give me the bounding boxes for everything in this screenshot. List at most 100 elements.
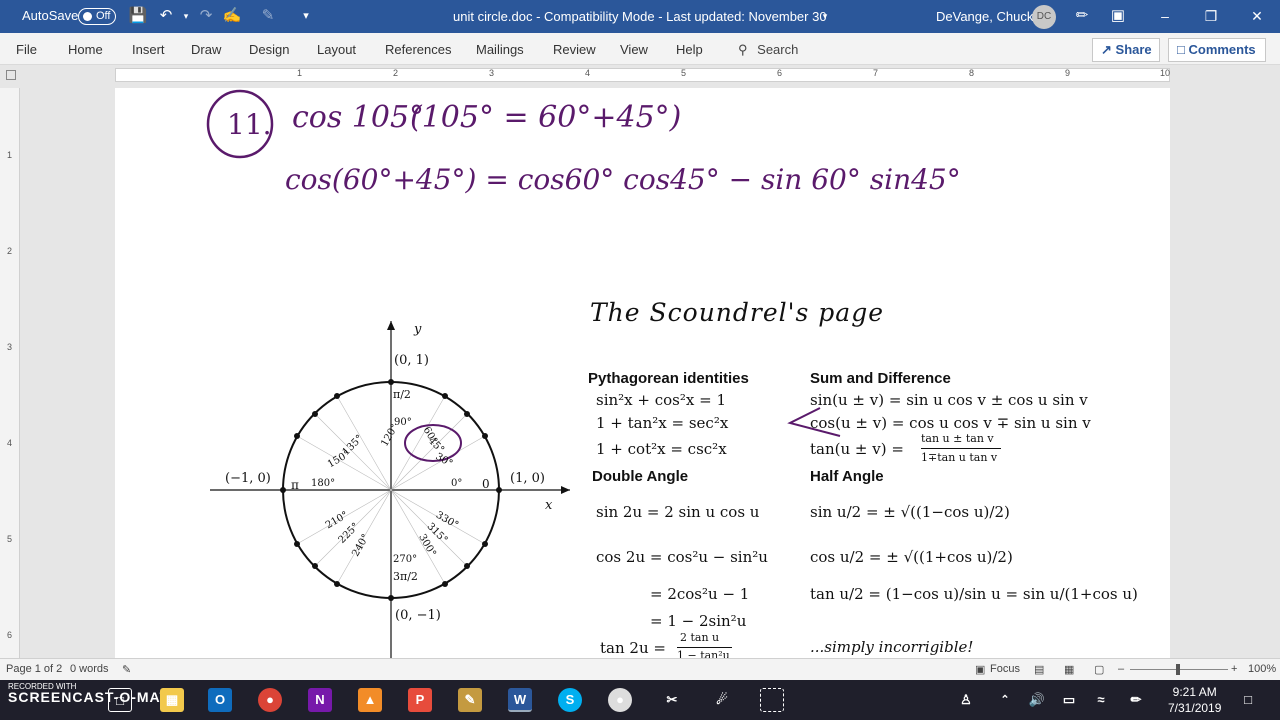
screen-clip-icon[interactable]	[760, 688, 784, 712]
page-count[interactable]: Page 1 of 2	[6, 663, 62, 675]
angle-270-rad: 3π/2	[393, 570, 418, 583]
word-count[interactable]: 0 words	[70, 663, 109, 675]
title-bar: AutoSave Off 💾 ↶ ▾ ↷ ✍ ✎ ▾ unit circle.d…	[0, 0, 1280, 33]
outlook-icon[interactable]: O	[208, 688, 232, 712]
pen-icon[interactable]: ✏	[1072, 6, 1092, 26]
undo-dropdown-icon[interactable]: ▾	[176, 6, 196, 26]
vruler-number: 4	[7, 438, 13, 448]
title-dropdown-icon[interactable]: ▾	[815, 6, 835, 26]
zoom-slider-thumb[interactable]	[1176, 664, 1180, 675]
ruler-number: 2	[393, 68, 399, 78]
sum-diff-sin: sin(u ± v) = sin u cos v ± cos u sin v	[810, 391, 1088, 409]
read-mode-icon[interactable]: ▤	[1034, 663, 1044, 676]
sum-diff-cos: cos(u ± v) = cos u cos v ∓ sin u sin v	[810, 414, 1091, 432]
minimize-button[interactable]: –	[1150, 4, 1180, 28]
share-icon: ↗	[1101, 42, 1112, 57]
footer-note: ...simply incorrigible!	[810, 638, 974, 656]
tab-references[interactable]: References	[385, 42, 451, 57]
tab-selector-icon[interactable]	[6, 70, 16, 80]
touch-mode-icon[interactable]: ✍	[222, 6, 242, 26]
app-icon[interactable]: ✎	[458, 688, 482, 712]
tab-file[interactable]: File	[16, 42, 37, 57]
pythagorean-2: 1 + tan²x = sec²x	[596, 414, 729, 432]
save-icon[interactable]: 💾	[128, 6, 148, 26]
chrome-icon[interactable]: ●	[258, 688, 282, 712]
fraction-bar	[921, 448, 1001, 449]
tab-design[interactable]: Design	[249, 42, 289, 57]
user-name[interactable]: DeVange, Chuck	[936, 9, 1033, 24]
half-sin: sin u/2 = ± √((1−cos u)/2)	[810, 503, 1010, 521]
ribbon-display-icon[interactable]: ▣	[1108, 6, 1128, 26]
double-cos-2: = 2cos²u − 1	[650, 585, 750, 603]
tab-review[interactable]: Review	[553, 42, 596, 57]
toggle-knob	[83, 12, 92, 21]
angle-90-rad: π/2	[393, 388, 411, 401]
angle-180-deg: 180°	[311, 478, 336, 489]
onenote-icon[interactable]: N	[308, 688, 332, 712]
skype-icon[interactable]: S	[558, 688, 582, 712]
tan2-numerator: 2 tan u	[680, 631, 720, 644]
tab-help[interactable]: Help	[676, 42, 703, 57]
tab-insert[interactable]: Insert	[132, 42, 165, 57]
wifi-icon[interactable]: ≈	[1089, 688, 1113, 712]
format-painter-icon[interactable]: ✎	[258, 6, 278, 26]
redo-icon[interactable]: ↷	[196, 6, 216, 26]
comments-button[interactable]: □ Comments	[1168, 38, 1266, 62]
tab-layout[interactable]: Layout	[317, 42, 356, 57]
zoom-out-icon[interactable]: –	[1118, 663, 1124, 675]
ribbon-tabs: File Home Insert Draw Design Layout Refe…	[0, 33, 1280, 65]
restore-button[interactable]: ❐	[1196, 4, 1226, 28]
vertical-ruler[interactable]: 1 2 3 4 5 6	[0, 88, 20, 658]
customize-toolbar-icon[interactable]: ▾	[296, 6, 316, 26]
zoom-in-icon[interactable]: +	[1231, 663, 1237, 675]
share-button[interactable]: ↗ Share	[1092, 38, 1160, 62]
proofing-icon[interactable]: ✎	[122, 663, 131, 676]
task-view-icon[interactable]: □	[108, 688, 132, 712]
snipping-icon[interactable]: ✂	[660, 688, 684, 712]
ruler-number: 3	[489, 68, 495, 78]
notification-icon[interactable]: □	[1236, 688, 1260, 712]
comments-label: Comments	[1188, 42, 1256, 57]
paint-icon[interactable]: ☄	[710, 688, 734, 712]
half-cos: cos u/2 = ± √((1+cos u)/2)	[810, 548, 1013, 566]
ink-arrow-mark	[787, 407, 841, 437]
focus-label[interactable]: Focus	[990, 663, 1020, 675]
double-cos-3: = 1 − 2sin²u	[650, 612, 747, 630]
avatar[interactable]: DC	[1032, 5, 1056, 29]
clock[interactable]: 9:21 AM 7/31/2019	[1168, 684, 1221, 716]
document-title[interactable]: unit circle.doc - Compatibility Mode - L…	[453, 9, 827, 24]
ruler-number: 9	[1065, 68, 1071, 78]
zoom-level[interactable]: 100%	[1248, 663, 1276, 675]
document-page[interactable]: 11. cos 105° (105° = 60°+45°) cos(60°+45…	[115, 88, 1170, 658]
ruler-number: 6	[777, 68, 783, 78]
ruler-number: 1	[297, 68, 303, 78]
app-icon[interactable]: P	[408, 688, 432, 712]
battery-icon[interactable]: ▭	[1057, 688, 1081, 712]
ruler-number: 4	[585, 68, 591, 78]
print-layout-icon[interactable]: ▦	[1064, 663, 1074, 676]
search-box[interactable]: ⚲ Search	[738, 42, 798, 58]
tab-view[interactable]: View	[620, 42, 648, 57]
tab-draw[interactable]: Draw	[191, 42, 221, 57]
pen-workspace-icon[interactable]: ✏	[1124, 688, 1148, 712]
close-button[interactable]: ✕	[1242, 4, 1272, 28]
web-layout-icon[interactable]: ▢	[1094, 663, 1104, 676]
double-sin: sin 2u = 2 sin u cos u	[596, 503, 760, 521]
focus-icon[interactable]: ▣	[975, 663, 985, 676]
people-icon[interactable]: ♙	[954, 688, 978, 712]
screencast-brand: SCREENCAST-O-MATIC	[8, 689, 186, 705]
point-top: (0, 1)	[394, 353, 429, 368]
point-right: (1, 0)	[510, 471, 545, 486]
tab-mailings[interactable]: Mailings	[476, 42, 524, 57]
autosave-toggle[interactable]: Off	[78, 8, 116, 25]
vruler-number: 2	[7, 246, 13, 256]
app-icon[interactable]: ●	[608, 688, 632, 712]
word-icon[interactable]: W	[508, 688, 532, 712]
sum-diff-heading: Sum and Difference	[810, 370, 951, 387]
undo-icon[interactable]: ↶	[156, 6, 176, 26]
file-explorer-icon[interactable]: ▦	[160, 688, 184, 712]
chevron-up-icon[interactable]: ⌃	[993, 688, 1017, 712]
volume-icon[interactable]: 🔊	[1025, 688, 1049, 712]
tab-home[interactable]: Home	[68, 42, 103, 57]
app-icon[interactable]: ▲	[358, 688, 382, 712]
